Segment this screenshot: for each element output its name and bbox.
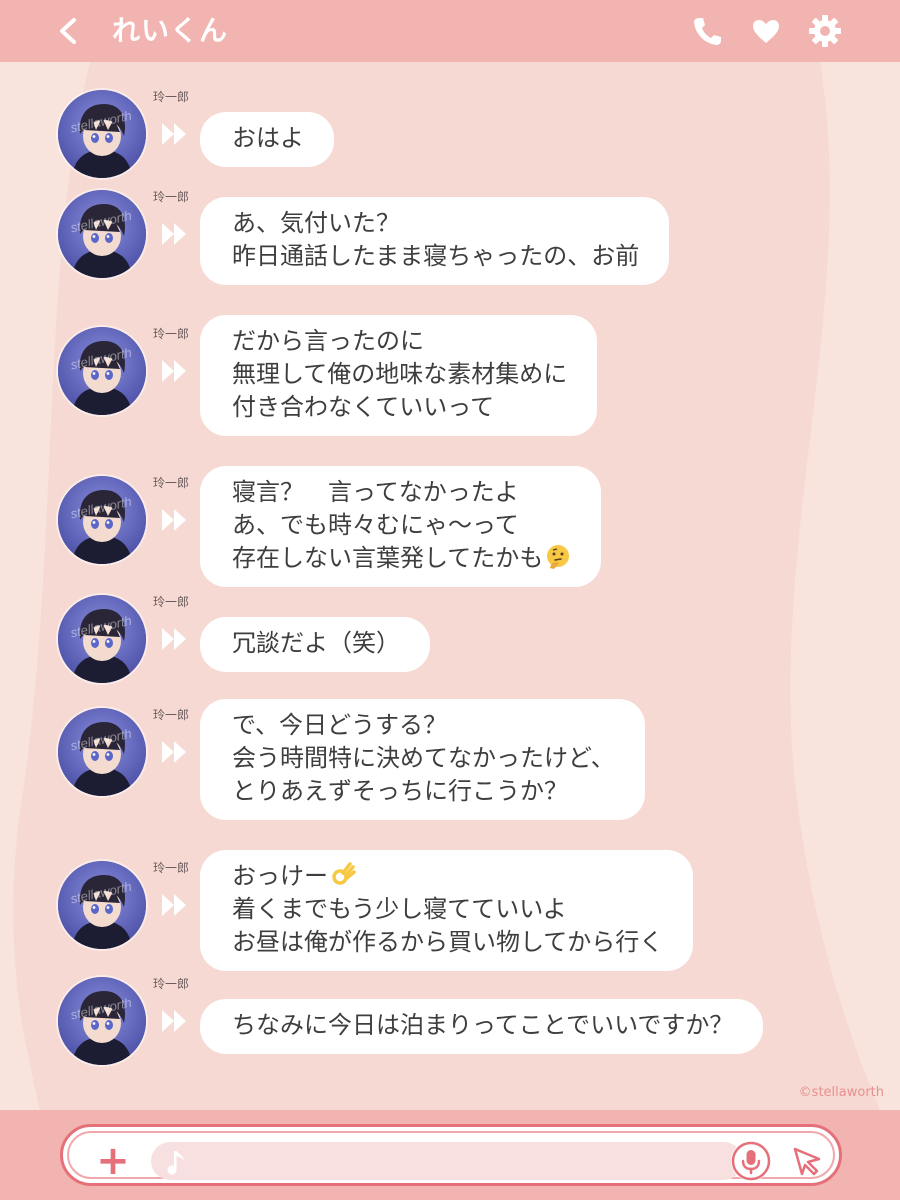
- message-bubble[interactable]: で、今日どうする？ 会う時間特に決めてなかったけど、 とりあえずそっちに行こうか？: [200, 699, 645, 820]
- sender-name: 玲一郎: [153, 476, 190, 490]
- avatar-image: stellaworth: [58, 190, 146, 278]
- avatar[interactable]: stellaworth: [58, 977, 146, 1065]
- avatar-image: stellaworth: [58, 90, 146, 178]
- input-inner: +: [67, 1131, 835, 1181]
- avatar[interactable]: stellaworth: [58, 708, 146, 796]
- avatar-image: stellaworth: [58, 861, 146, 949]
- message-bubble[interactable]: ちなみに今日は泊まりってことでいいですか？: [200, 999, 764, 1054]
- music-note-icon[interactable]: [163, 1147, 191, 1175]
- message-bubble[interactable]: おっけー着くまでもう少し寝てていいよお昼は俺が作るから買い物してから行く: [200, 850, 694, 971]
- gear-icon[interactable]: [808, 14, 842, 48]
- cursor-send-button[interactable]: [789, 1143, 825, 1179]
- message-text: おはよ: [232, 124, 304, 152]
- heart-icon[interactable]: [749, 14, 783, 48]
- message-bubble[interactable]: 寝言？ 言ってなかったよ あ、でも時々むにゃ～って 存在しない言葉発してたかも: [200, 466, 602, 587]
- avatar-image: stellaworth: [58, 977, 146, 1065]
- avatar-image: stellaworth: [58, 595, 146, 683]
- sender-name: 玲一郎: [153, 977, 190, 991]
- message-text: 昨日通話したまま寝ちゃったの、お前: [232, 242, 640, 270]
- double-arrow-icon: [160, 505, 190, 535]
- message-text: 着くまでもう少し寝てていいよ: [232, 895, 567, 923]
- sender-name: 玲一郎: [153, 861, 190, 875]
- avatar[interactable]: stellaworth: [58, 327, 146, 415]
- avatar-image: stellaworth: [58, 708, 146, 796]
- message-text: ちなみに今日は泊まりってことでいいですか？: [232, 1011, 734, 1039]
- message-text: 存在しない言葉発してたかも: [232, 544, 544, 572]
- chat-title: れいくん: [112, 14, 229, 47]
- input-bar: +: [0, 1110, 900, 1200]
- message-bubble[interactable]: 冗談だよ（笑）: [200, 617, 430, 672]
- double-arrow-icon: [160, 890, 190, 920]
- message-text: お昼は俺が作るから買い物してから行く: [232, 928, 664, 956]
- phone-icon[interactable]: [690, 14, 724, 48]
- chat-area[interactable]: stellaworth 玲一郎 おはよ stellaworth 玲一郎 あ、気付いた？ 昨日…: [0, 62, 900, 1110]
- double-arrow-icon: [160, 737, 190, 767]
- avatar[interactable]: stellaworth: [58, 90, 146, 178]
- message-text: あ、でも時々むにゃ～って: [232, 511, 519, 539]
- copyright-text: ©stellaworth: [798, 1085, 884, 1100]
- message-text: 冗談だよ（笑）: [232, 629, 400, 657]
- microphone-button[interactable]: [731, 1141, 771, 1181]
- sender-name: 玲一郎: [153, 90, 190, 104]
- double-arrow-icon: [160, 1006, 190, 1036]
- cursor-arrow-icon: [793, 1147, 821, 1176]
- avatar[interactable]: stellaworth: [58, 595, 146, 683]
- input-frame: +: [60, 1124, 842, 1186]
- avatar[interactable]: stellaworth: [58, 190, 146, 278]
- message-text: おっけー: [232, 862, 328, 890]
- message-text: 無理して俺の地味な素材集めに: [232, 360, 568, 388]
- message-text: とりあえずそっちに行こうか？: [232, 777, 568, 805]
- chat-header: れいくん: [0, 0, 900, 62]
- double-arrow-icon: [160, 219, 190, 249]
- message-text: で、今日どうする？: [232, 711, 448, 739]
- sender-name: 玲一郎: [153, 595, 190, 609]
- plus-button[interactable]: +: [95, 1141, 131, 1181]
- message-text: 寝言？ 言ってなかったよ: [232, 478, 519, 506]
- ok-hand-icon: [328, 862, 356, 890]
- avatar-image: stellaworth: [58, 327, 146, 415]
- double-arrow-icon: [160, 119, 190, 149]
- thinking-face-icon: [543, 544, 571, 572]
- avatar[interactable]: stellaworth: [58, 861, 146, 949]
- sender-name: 玲一郎: [153, 708, 190, 722]
- message-input[interactable]: [151, 1142, 743, 1180]
- message-text: あ、気付いた？: [232, 209, 400, 237]
- message-text: 会う時間特に決めてなかったけど、: [232, 744, 615, 772]
- avatar-image: stellaworth: [58, 476, 146, 564]
- avatar[interactable]: stellaworth: [58, 476, 146, 564]
- message-bubble[interactable]: あ、気付いた？ 昨日通話したまま寝ちゃったの、お前: [200, 197, 670, 285]
- message-bubble[interactable]: おはよ: [200, 112, 334, 167]
- double-arrow-icon: [160, 356, 190, 386]
- message-text: 付き合わなくていいって: [232, 393, 495, 421]
- sender-name: 玲一郎: [153, 327, 190, 341]
- double-arrow-icon: [160, 624, 190, 654]
- chevron-left-icon[interactable]: [52, 12, 84, 50]
- sender-name: 玲一郎: [153, 190, 190, 204]
- message-bubble[interactable]: だから言ったのに無理して俺の地味な素材集めに 付き合わなくていいって: [200, 315, 598, 436]
- microphone-icon: [731, 1141, 771, 1181]
- message-text: だから言ったのに: [232, 327, 424, 355]
